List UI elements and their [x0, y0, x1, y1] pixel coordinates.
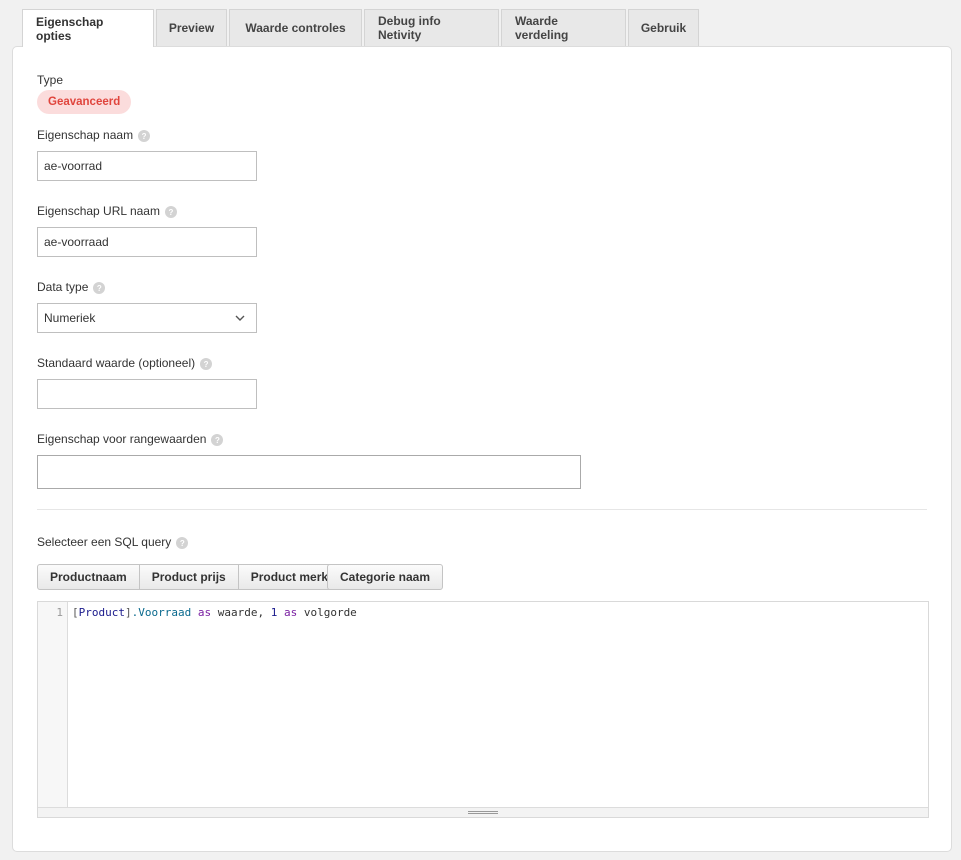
- code-alias: waarde,: [217, 606, 265, 619]
- url-label: Eigenschap URL naam ?: [37, 204, 177, 218]
- code-property: .Voorraad: [131, 606, 192, 619]
- sql-label-text: Selecteer een SQL query: [37, 535, 172, 549]
- tab-gebruik[interactable]: Gebruik: [628, 9, 699, 46]
- help-icon[interactable]: ?: [211, 434, 224, 446]
- editor-resize-handle[interactable]: [38, 807, 928, 817]
- name-label: Eigenschap naam ?: [37, 128, 151, 142]
- product-prijs-button[interactable]: Product prijs: [139, 564, 239, 590]
- code-alias: volgorde: [303, 606, 357, 619]
- datatype-select-value: Numeriek: [44, 311, 96, 325]
- url-input-value: ae-voorraad: [44, 235, 109, 249]
- tab-eigenschap-opties[interactable]: Eigenschap opties: [22, 9, 154, 47]
- default-label: Standaard waarde (optioneel) ?: [37, 356, 213, 370]
- productnaam-button[interactable]: Productnaam: [37, 564, 140, 590]
- tab-waarde-verdeling[interactable]: Waarde verdeling: [501, 9, 626, 46]
- range-label-text: Eigenschap voor rangewaarden: [37, 432, 207, 446]
- code-bracket-close: ]: [124, 606, 132, 619]
- code-keyword: as: [197, 606, 212, 619]
- type-badge: Geavanceerd: [37, 90, 132, 114]
- help-icon[interactable]: ?: [200, 358, 213, 370]
- code-number: 1: [270, 606, 278, 619]
- code-keyword: as: [283, 606, 298, 619]
- name-input[interactable]: ae-voorrad: [37, 151, 257, 181]
- tab-bar: Eigenschap opties Preview Waarde control…: [22, 9, 701, 47]
- sql-editor[interactable]: 1 [Product].Voorraad as waarde, 1 as vol…: [37, 601, 929, 818]
- code-bracket-open: [: [72, 606, 79, 619]
- datatype-select[interactable]: Numeriek: [37, 303, 257, 333]
- name-label-text: Eigenschap naam: [37, 128, 134, 142]
- divider: [37, 509, 927, 510]
- url-input[interactable]: ae-voorraad: [37, 227, 257, 257]
- sql-label: Selecteer een SQL query ?: [37, 535, 189, 549]
- sql-code-line[interactable]: [Product].Voorraad as waarde, 1 as volgo…: [72, 606, 357, 619]
- categorie-naam-button[interactable]: Categorie naam: [327, 564, 444, 590]
- line-number-gutter: 1: [38, 602, 68, 808]
- code-identifier: Product: [78, 606, 125, 619]
- range-label: Eigenschap voor rangewaarden ?: [37, 432, 224, 446]
- name-input-value: ae-voorrad: [44, 159, 103, 173]
- help-icon[interactable]: ?: [176, 537, 189, 549]
- help-icon[interactable]: ?: [138, 130, 151, 142]
- product-merk-button[interactable]: Product merk: [238, 564, 342, 590]
- datatype-label: Data type ?: [37, 280, 106, 294]
- tab-debug-info[interactable]: Debug info Netivity: [364, 9, 499, 46]
- sql-field-buttons: Productnaam Product prijs Product merk: [37, 564, 342, 590]
- chevron-down-icon: [235, 315, 245, 321]
- line-number: 1: [56, 606, 63, 619]
- help-icon[interactable]: ?: [164, 206, 177, 218]
- datatype-label-text: Data type: [37, 280, 89, 294]
- url-label-text: Eigenschap URL naam: [37, 204, 160, 218]
- default-label-text: Standaard waarde (optioneel): [37, 356, 196, 370]
- help-icon[interactable]: ?: [93, 282, 106, 294]
- tab-waarde-controles[interactable]: Waarde controles: [229, 9, 362, 46]
- grip-icon: [468, 811, 498, 814]
- range-input[interactable]: [37, 455, 581, 489]
- tab-preview[interactable]: Preview: [156, 9, 227, 46]
- type-label: Type: [37, 73, 64, 87]
- default-input[interactable]: [37, 379, 257, 409]
- options-panel: Type Geavanceerd Eigenschap naam ? ae-vo…: [12, 46, 952, 852]
